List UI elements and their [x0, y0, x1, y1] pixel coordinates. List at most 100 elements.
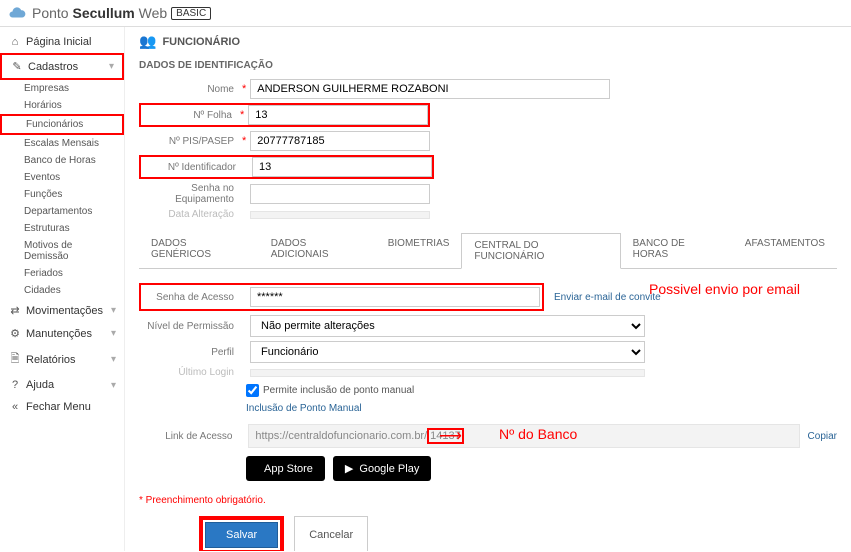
sidebar-item-label: Movimentações [26, 305, 103, 317]
label-senha-equip: Senha no Equipamento [139, 183, 234, 205]
readonly-ultimo-login [250, 369, 645, 377]
sidebar-sub-funcoes[interactable]: Funções [0, 186, 124, 203]
tab-banco-horas[interactable]: BANCO DE HORAS [621, 232, 733, 268]
pencil-icon: ✎ [10, 60, 24, 73]
input-pis[interactable] [250, 131, 430, 151]
sidebar-sub-cidades[interactable]: Cidades [0, 282, 124, 299]
chevron-down-icon: ▾ [111, 380, 116, 391]
brand-text: Ponto Secullum Web [32, 5, 167, 21]
input-folha[interactable] [248, 105, 428, 125]
googleplay-button[interactable]: ▶ Google Play [333, 456, 431, 481]
sidebar-sub-feriados[interactable]: Feriados [0, 265, 124, 282]
sidebar-item-label: Relatórios [26, 354, 76, 366]
sidebar-item-cadastros[interactable]: ✎ Cadastros ▾ [0, 53, 124, 80]
sidebar-item-relatorios[interactable]: 🗎 Relatórios ▾ [0, 345, 124, 374]
annotation-email: Possivel envio por email [649, 281, 800, 297]
tab-biometrias[interactable]: BIOMETRIAS [376, 232, 462, 268]
tab-dados-genericos[interactable]: DADOS GENÉRICOS [139, 232, 259, 268]
save-button[interactable]: Salvar [205, 522, 278, 548]
main-content: 👥 FUNCIONÁRIO DADOS DE IDENTIFICAÇÃO Nom… [125, 27, 851, 551]
label-permite-inclusao: Permite inclusão de ponto manual [263, 385, 414, 396]
row-senha-equip: Senha no Equipamento [139, 183, 837, 205]
checkbox-permite-inclusao[interactable] [246, 384, 259, 397]
sidebar-sub-banco[interactable]: Banco de Horas [0, 152, 124, 169]
sidebar-item-ajuda[interactable]: ? Ajuda ▾ [0, 374, 124, 396]
sidebar-item-fechar[interactable]: « Fechar Menu [0, 396, 124, 418]
sidebar-item-label: Cadastros [28, 61, 78, 73]
label-nome: Nome [139, 84, 234, 95]
required-marker: * [242, 83, 246, 95]
sidebar-sub-eventos[interactable]: Eventos [0, 169, 124, 186]
sidebar-sub-empresas[interactable]: Empresas [0, 80, 124, 97]
form-actions: Salvar Cancelar [139, 516, 837, 551]
row-perfil: Perfil Funcionário [139, 341, 837, 363]
swap-icon: ⇄ [8, 304, 22, 317]
home-icon: ⌂ [8, 36, 22, 48]
label-identificador: Nº Identificador [141, 162, 236, 173]
row-permite-inclusao: Permite inclusão de ponto manual [139, 384, 837, 397]
tabs: DADOS GENÉRICOS DADOS ADICIONAIS BIOMETR… [139, 232, 837, 269]
row-senha-acesso: Senha de Acesso Enviar e-mail de convite… [139, 283, 837, 311]
sidebar-item-label: Manutenções [26, 328, 92, 340]
sidebar-item-movimentacoes[interactable]: ⇄ Movimentações ▾ [0, 299, 124, 322]
row-nome: Nome * [139, 79, 837, 99]
sidebar-item-manutencoes[interactable]: ⚙ Manutenções ▾ [0, 322, 124, 345]
select-nivel-permissao[interactable]: Não permite alterações [250, 315, 645, 337]
chevron-down-icon: ▾ [109, 61, 114, 72]
sidebar-sub-funcionarios[interactable]: Funcionários [0, 114, 124, 135]
label-folha: Nº Folha [141, 110, 232, 121]
plan-badge: BASIC [171, 7, 211, 20]
gear-icon: ⚙ [8, 327, 22, 340]
cancel-button[interactable]: Cancelar [294, 516, 368, 551]
appstore-button[interactable]: App Store [246, 456, 325, 481]
readonly-link-acesso: https://centraldofuncionario.com.br/1413… [248, 424, 799, 448]
label-data-alteracao: Data Alteração [139, 209, 234, 220]
tab-central-funcionario[interactable]: CENTRAL DO FUNCIONÁRIO [461, 233, 620, 269]
row-nivel-permissao: Nível de Permissão Não permite alteraçõe… [139, 315, 837, 337]
row-folha: Nº Folha * [139, 103, 837, 127]
row-ultimo-login: Último Login [139, 367, 837, 378]
required-marker: * [242, 135, 246, 147]
select-perfil[interactable]: Funcionário [250, 341, 645, 363]
sidebar-sub-motivos[interactable]: Motivos de Demissão [0, 237, 124, 265]
link-inclusao-ponto[interactable]: Inclusão de Ponto Manual [139, 403, 837, 414]
sidebar: ⌂ Página Inicial ✎ Cadastros ▾ Empresas … [0, 27, 125, 551]
label-ultimo-login: Último Login [139, 367, 234, 378]
sidebar-sub-estruturas[interactable]: Estruturas [0, 220, 124, 237]
highlight-db-number: 14137 [427, 428, 464, 444]
label-link-acesso: Link de Acesso [139, 431, 232, 442]
play-icon: ▶ [345, 462, 353, 475]
label-perfil: Perfil [139, 347, 234, 358]
required-note: * Preenchimento obrigatório. [139, 495, 837, 506]
chevron-down-icon: ▾ [111, 305, 116, 316]
input-nome[interactable] [250, 79, 610, 99]
arrow-left-icon: « [8, 401, 22, 413]
label-pis: Nº PIS/PASEP [139, 136, 234, 147]
label-nivel-permissao: Nível de Permissão [139, 321, 234, 332]
sidebar-sub-escalas[interactable]: Escalas Mensais [0, 135, 124, 152]
section-header-id: DADOS DE IDENTIFICAÇÃO [139, 60, 837, 71]
tab-afastamentos[interactable]: AFASTAMENTOS [733, 232, 837, 268]
link-copiar[interactable]: Copiar [808, 431, 837, 442]
row-link-acesso: Link de Acesso https://centraldofunciona… [139, 424, 837, 448]
sidebar-item-label: Ajuda [26, 379, 54, 391]
store-buttons: App Store ▶ Google Play [139, 456, 837, 481]
page-title: 👥 FUNCIONÁRIO [139, 33, 837, 50]
link-enviar-email[interactable]: Enviar e-mail de convite [554, 292, 661, 303]
sidebar-item-home[interactable]: ⌂ Página Inicial [0, 31, 124, 53]
input-senha-acesso[interactable] [250, 287, 540, 307]
input-identificador[interactable] [252, 157, 432, 177]
sidebar-item-label: Página Inicial [26, 36, 91, 48]
required-marker: * [240, 109, 244, 121]
cloud-logo-icon [8, 4, 26, 22]
sidebar-sub-horarios[interactable]: Horários [0, 97, 124, 114]
doc-icon: 🗎 [8, 350, 22, 369]
tab-dados-adicionais[interactable]: DADOS ADICIONAIS [259, 232, 376, 268]
sidebar-sub-departamentos[interactable]: Departamentos [0, 203, 124, 220]
sidebar-item-label: Fechar Menu [26, 401, 91, 413]
label-senha-acesso: Senha de Acesso [143, 292, 234, 303]
chevron-down-icon: ▾ [111, 354, 116, 365]
input-senha-equip[interactable] [250, 184, 430, 204]
users-icon: 👥 [139, 33, 156, 50]
chevron-down-icon: ▾ [111, 328, 116, 339]
